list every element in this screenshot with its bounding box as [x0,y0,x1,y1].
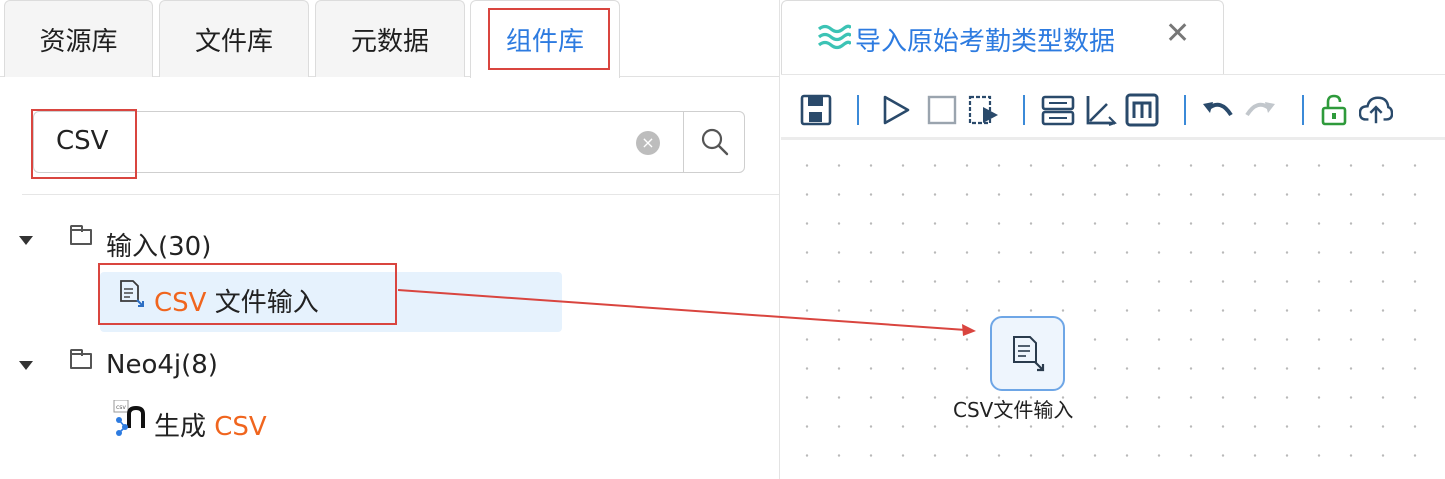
svg-text:csv: csv [116,404,126,411]
item-highlight-box [98,263,397,325]
tab-file-library[interactable]: 文件库 [159,0,309,77]
left-tabbar: 资源库 文件库 元数据 组件库 [0,0,779,78]
neo4j-csv-icon: csv [113,400,145,436]
toolbar-separator [1302,95,1304,125]
upload-cloud-icon[interactable] [1359,93,1393,127]
canvas-node-csv-file-input[interactable] [990,316,1065,391]
left-panel: 资源库 文件库 元数据 组件库 CSV × 输入(30) CSV 文件输入 Ne… [0,0,780,479]
toolbar-separator [1023,95,1025,125]
unlock-icon[interactable] [1317,93,1351,127]
divider [22,194,779,195]
redo-icon[interactable] [1243,93,1277,127]
tab-metadata[interactable]: 元数据 [315,0,465,77]
tab-resource-library[interactable]: 资源库 [4,0,153,77]
editor-toolbar [781,74,1445,140]
wave-icon [817,24,851,50]
stop-icon[interactable] [925,93,959,127]
clear-icon[interactable]: × [636,131,660,155]
tab-title: 导入原始考勤类型数据 [855,27,1116,57]
preview-icon[interactable] [967,93,1001,127]
file-input-icon [1012,335,1044,371]
right-panel: 导入原始考勤类型数据 ✕ CSV文件输入 [781,0,1445,479]
search-box[interactable]: CSV × [33,111,745,173]
m-icon[interactable] [1125,93,1159,127]
save-icon[interactable] [799,93,833,127]
match-text: CSV [214,412,267,442]
undo-icon[interactable] [1201,93,1235,127]
axis-icon[interactable] [1083,93,1117,127]
caret-down-icon[interactable] [19,361,33,370]
item-prefix-text: 生成 [154,412,215,442]
search-button[interactable] [683,112,745,172]
search-icon [701,128,728,156]
canvas-node-label: CSV文件输入 [953,398,1074,422]
app-root: 资源库 文件库 元数据 组件库 CSV × 输入(30) CSV 文件输入 Ne… [0,0,1445,479]
search-highlight-box [31,109,137,179]
layout-icon[interactable] [1041,93,1075,127]
tab-job-editor[interactable]: 导入原始考勤类型数据 ✕ [781,0,1224,74]
toolbar-separator [1184,95,1186,125]
tree-group-neo4j[interactable]: Neo4j(8) [106,350,218,380]
run-icon[interactable] [879,93,913,127]
design-canvas[interactable]: CSV文件输入 [781,143,1445,479]
tree-item-generate-csv[interactable]: 生成 CSV [154,406,267,443]
folder-icon [70,349,92,369]
toolbar-separator [857,95,859,125]
folder-icon [70,225,92,245]
tree-group-input[interactable]: 输入(30) [106,226,211,263]
caret-down-icon[interactable] [19,236,33,245]
tab-highlight-box [488,8,610,70]
close-icon[interactable]: ✕ [1165,19,1190,49]
